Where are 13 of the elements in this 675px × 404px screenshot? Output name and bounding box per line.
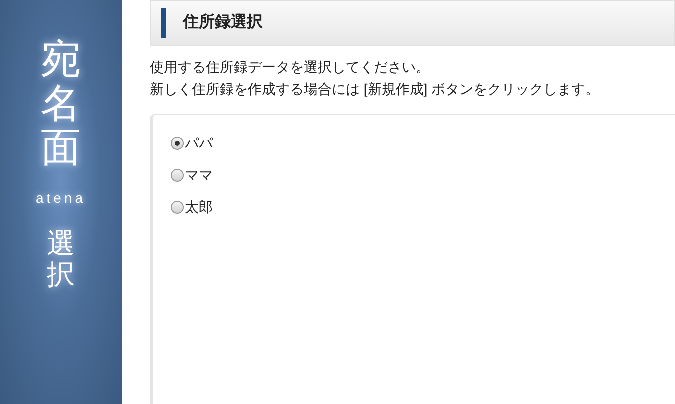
radio-button[interactable] xyxy=(171,201,184,214)
accent-bar xyxy=(161,8,166,38)
address-book-option[interactable]: パパ xyxy=(171,133,213,154)
instruction-text: 新しく住所録を作成する場合には [新規作成] ボタンをクリックします。 xyxy=(150,80,601,99)
address-book-option[interactable]: 太郎 xyxy=(171,197,213,218)
radio-button[interactable] xyxy=(171,137,184,150)
address-book-option[interactable]: ママ xyxy=(171,165,213,186)
radio-button[interactable] xyxy=(171,169,184,182)
instruction-text: 使用する住所録データを選択してください。 xyxy=(150,58,431,77)
sidebar-caption: 選択 xyxy=(47,229,75,291)
sidebar-subtitle: atena xyxy=(36,189,86,208)
sidebar-title: 宛名面 xyxy=(41,38,81,170)
section-title: 住所録選択 xyxy=(183,12,263,33)
